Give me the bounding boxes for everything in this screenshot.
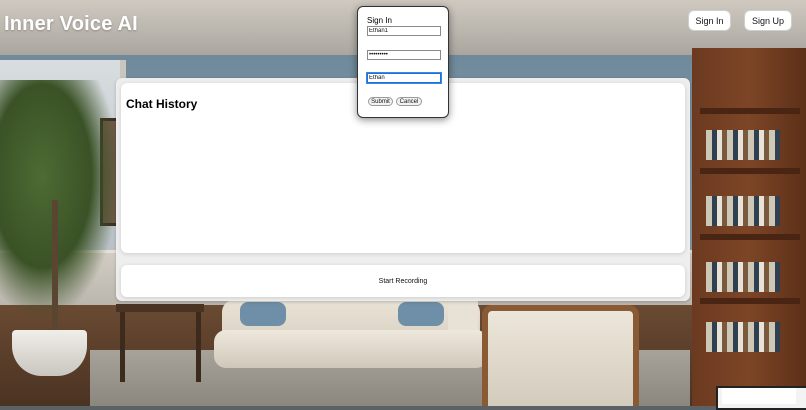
sign-up-button[interactable]: Sign Up bbox=[744, 10, 792, 31]
sign-in-dialog-title: Sign In bbox=[367, 16, 392, 25]
sign-in-button[interactable]: Sign In bbox=[688, 10, 731, 31]
chat-history-title: Chat History bbox=[126, 97, 198, 111]
app-title: Inner Voice AI bbox=[4, 13, 138, 35]
username-input[interactable] bbox=[367, 26, 441, 36]
name-input[interactable] bbox=[366, 72, 442, 84]
password-input[interactable] bbox=[367, 50, 441, 60]
start-recording-label: Start Recording bbox=[378, 277, 428, 285]
sign-in-dialog: Sign In Submit Cancel bbox=[357, 6, 449, 118]
submit-button[interactable]: Submit bbox=[368, 97, 393, 106]
start-recording-button[interactable]: Start Recording bbox=[121, 265, 685, 297]
cancel-button[interactable]: Cancel bbox=[396, 97, 422, 106]
screen-thumbnail-content bbox=[722, 388, 796, 404]
